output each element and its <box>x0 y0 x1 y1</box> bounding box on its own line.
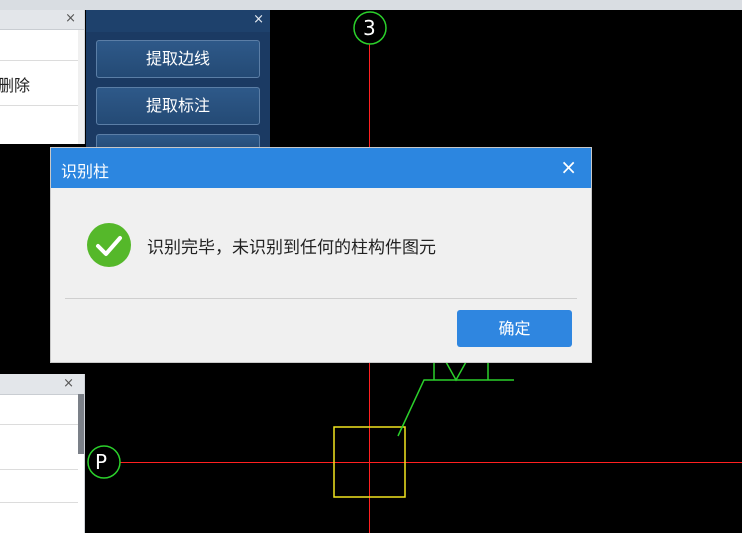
dialog-title: 识别柱 <box>61 162 110 181</box>
axis-label-p: P <box>95 450 108 474</box>
dialog-title-bar: 识别柱 × <box>51 148 591 188</box>
dialog-message: 识别完毕，未识别到任何的柱构件图元 <box>147 238 436 258</box>
dialog-close-button[interactable]: × <box>560 155 577 179</box>
ok-button[interactable]: 确定 <box>457 310 572 347</box>
leader-line <box>397 379 514 437</box>
recognize-column-dialog: 识别柱 × 识别完毕，未识别到任何的柱构件图元 确定 <box>50 147 592 363</box>
check-icon <box>87 223 131 267</box>
dialog-separator <box>65 298 577 299</box>
axis-label-3: 3 <box>363 16 376 40</box>
column-outline <box>333 426 406 498</box>
label-mark <box>445 361 489 382</box>
